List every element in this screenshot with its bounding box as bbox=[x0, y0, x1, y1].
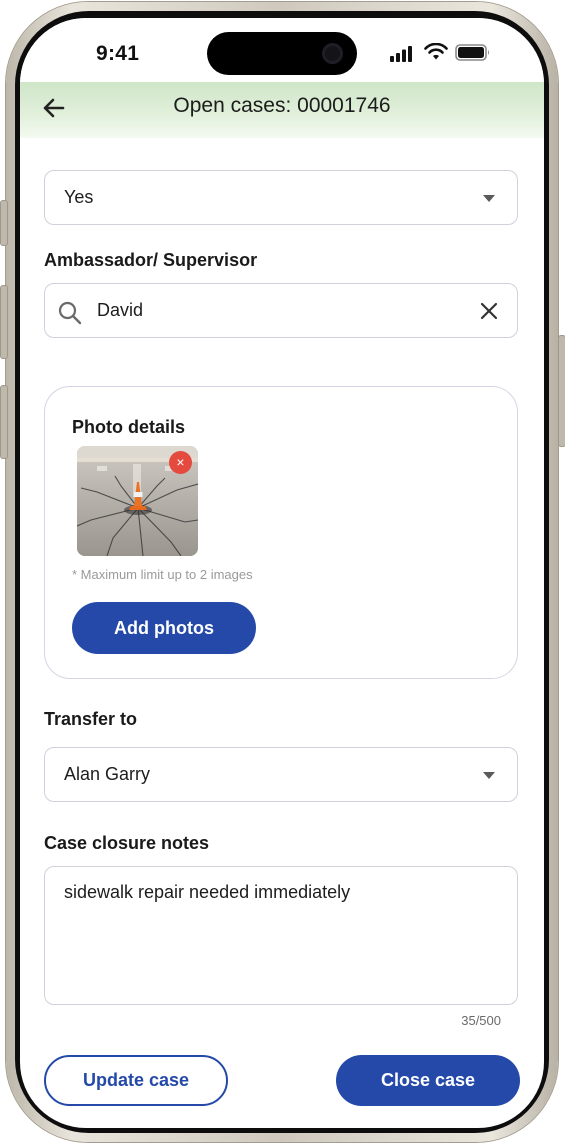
clear-icon[interactable] bbox=[479, 301, 499, 321]
notes-label: Case closure notes bbox=[44, 833, 210, 853]
character-counter: 35/500 bbox=[461, 1013, 501, 1028]
status-bar: 9:41 bbox=[20, 18, 544, 84]
transfer-select[interactable]: Alan Garry bbox=[44, 747, 518, 802]
wifi-icon bbox=[424, 43, 448, 60]
camera-icon bbox=[322, 43, 343, 64]
notes-text: sidewalk repair needed immediately bbox=[64, 882, 351, 902]
ambassador-label: Ambassador/ Supervisor bbox=[44, 250, 258, 270]
transfer-value: Alan Garry bbox=[64, 764, 151, 784]
status-time: 9:41 bbox=[96, 42, 140, 65]
cellular-signal-icon bbox=[390, 46, 412, 62]
case-closure-notes-input[interactable]: sidewalk repair needed immediately bbox=[44, 866, 518, 1005]
dropdown-caret-icon bbox=[483, 195, 495, 202]
battery-icon bbox=[455, 44, 489, 61]
volume-up-button bbox=[0, 285, 8, 359]
action-button bbox=[0, 200, 8, 246]
photo-details-title: Photo details bbox=[72, 417, 186, 437]
photo-details-card: Photo details × * Maximum limit up to 2 … bbox=[44, 386, 518, 679]
remove-photo-icon[interactable]: × bbox=[169, 451, 192, 474]
power-button bbox=[558, 335, 565, 447]
search-icon bbox=[58, 301, 82, 325]
page-title: Open cases: 00001746 bbox=[173, 94, 391, 117]
select-value: Yes bbox=[64, 187, 94, 207]
volume-down-button bbox=[0, 385, 8, 459]
dynamic-island bbox=[207, 32, 357, 75]
ambassador-search-field[interactable]: David bbox=[44, 283, 518, 338]
ambassador-value: David bbox=[97, 300, 144, 320]
transfer-label: Transfer to bbox=[44, 709, 138, 729]
screen: 9:41 Open cases: 00001746 Yes Ambassador… bbox=[20, 18, 544, 1128]
yes-no-select[interactable]: Yes bbox=[44, 170, 518, 225]
photo-limit-note: * Maximum limit up to 2 images bbox=[72, 567, 253, 582]
dropdown-caret-icon bbox=[483, 772, 495, 779]
close-case-button[interactable]: Close case bbox=[336, 1055, 520, 1106]
app-bar: Open cases: 00001746 bbox=[20, 82, 544, 138]
add-photos-button[interactable]: Add photos bbox=[72, 602, 256, 654]
update-case-button[interactable]: Update case bbox=[44, 1055, 228, 1106]
